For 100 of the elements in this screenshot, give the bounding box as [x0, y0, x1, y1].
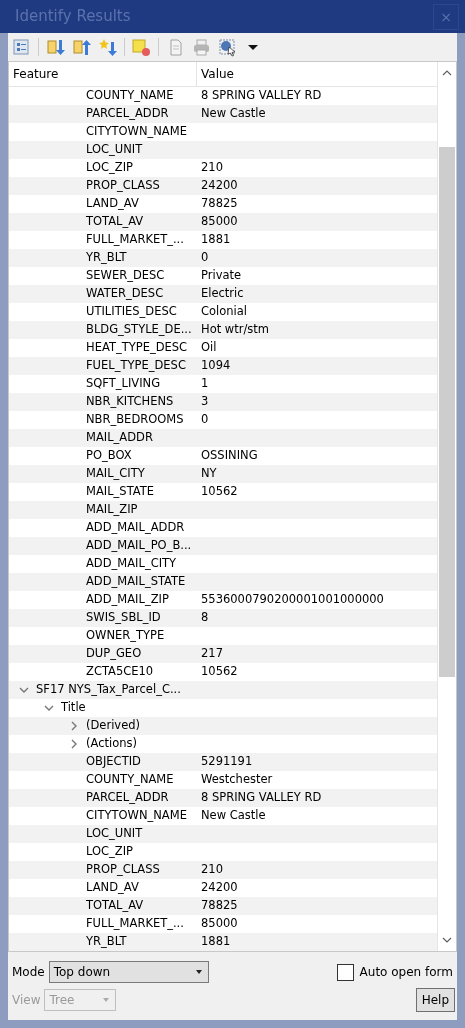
column-header[interactable]: Feature	[13, 65, 59, 83]
attribute-name: NBR_KITCHENS	[86, 393, 174, 411]
attribute-value: 85000	[201, 214, 238, 229]
attribute-value: 8 SPRING VALLEY RD	[201, 88, 322, 103]
expand-new-icon[interactable]	[98, 37, 117, 57]
attribute-value: 210	[201, 160, 223, 175]
attribute-value: 24200	[201, 178, 238, 193]
attribute-value: Private	[201, 268, 242, 283]
attribute-name: ADD_MAIL_ZIP	[86, 591, 169, 609]
scroll-down-icon[interactable]	[442, 937, 452, 943]
view-label: View	[12, 992, 41, 1009]
attribute-name: OWNER_TYPE	[86, 627, 165, 645]
expand-icon[interactable]	[46, 37, 65, 57]
attribute-name: YR_BLT	[86, 933, 127, 951]
attribute-value: 1881	[201, 934, 231, 949]
attribute-name: TOTAL_AV	[86, 897, 144, 915]
attribute-name: ZCTA5CE10	[86, 663, 154, 681]
attribute-value: 217	[201, 646, 223, 661]
attribute-name: HEAT_TYPE_DESC	[86, 339, 188, 357]
attribute-value: New Castle	[201, 106, 266, 121]
attribute-name: SEWER_DESC	[86, 267, 165, 285]
attribute-name: PO_BOX	[86, 447, 132, 465]
attribute-value: NY	[201, 466, 217, 481]
mode-label: Mode	[12, 964, 45, 981]
tree-node-label[interactable]: (Actions)	[86, 735, 137, 753]
clear-highlight-icon[interactable]	[132, 37, 151, 57]
attribute-name: OBJECTID	[86, 753, 141, 771]
tree-node-label[interactable]: Title	[61, 699, 86, 717]
attribute-name: LOC_ZIP	[86, 159, 134, 177]
attribute-value: Oil	[201, 340, 217, 355]
attribute-value: 0	[201, 412, 209, 427]
attribute-name: ADD_MAIL_ADDR	[86, 519, 185, 537]
attribute-name: MAIL_ZIP	[86, 501, 138, 519]
attribute-name: ADD_MAIL_PO_B...	[86, 537, 192, 555]
attribute-name: ADD_MAIL_CITY	[86, 555, 177, 573]
collapse-icon[interactable]	[72, 37, 91, 57]
attribute-value: 10562	[201, 664, 238, 679]
attribute-value: 1094	[201, 358, 231, 373]
attribute-name: COUNTY_NAME	[86, 87, 174, 105]
attribute-name: MAIL_ADDR	[86, 429, 153, 447]
identify-icon[interactable]	[218, 37, 237, 57]
tree-node-label[interactable]: (Derived)	[86, 717, 140, 735]
attribute-value: 24200	[201, 880, 238, 895]
mode-dropdown[interactable]: Top down	[48, 961, 209, 983]
attribute-name: SWIS_SBL_ID	[86, 609, 161, 627]
column-header[interactable]: Value	[201, 65, 234, 83]
attribute-value: 0	[201, 250, 209, 265]
scrollbar-thumb[interactable]	[439, 147, 455, 677]
attribute-value: New Castle	[201, 808, 266, 823]
attribute-value: Electric	[201, 286, 244, 301]
attribute-name: PROP_CLASS	[86, 177, 160, 195]
attribute-value: 210	[201, 862, 223, 877]
attribute-value: 3	[201, 394, 209, 409]
attribute-name: NBR_BEDROOMS	[86, 411, 184, 429]
attribute-name: LAND_AV	[86, 195, 139, 213]
attribute-name: LOC_ZIP	[86, 843, 134, 861]
caret-icon	[195, 970, 202, 974]
attribute-name: SQFT_LIVING	[86, 375, 161, 393]
attribute-name: MAIL_CITY	[86, 465, 145, 483]
checkbox-label: Auto open form	[359, 964, 453, 981]
attribute-name: CITYTOWN_NAME	[86, 123, 187, 141]
attribute-value: Hot wtr/stm	[201, 322, 270, 337]
caret-icon	[103, 998, 110, 1002]
attribute-name: CITYTOWN_NAME	[86, 807, 187, 825]
attribute-value: 78825	[201, 898, 238, 913]
attribute-name: FUEL_TYPE_DESC	[86, 357, 186, 375]
attribute-value: Westchester	[201, 772, 273, 787]
attribute-name: PARCEL_ADDR	[86, 105, 169, 123]
attribute-name: DUP_GEO	[86, 645, 142, 663]
attribute-name: FULL_MARKET_...	[86, 915, 184, 933]
attribute-name: MAIL_STATE	[86, 483, 155, 501]
attribute-value: 8	[201, 610, 209, 625]
attribute-name: LOC_UNIT	[86, 141, 143, 159]
attribute-value: 10562	[201, 484, 238, 499]
checkbox[interactable]	[336, 963, 354, 981]
attribute-name: TOTAL_AV	[86, 213, 144, 231]
attribute-name: PROP_CLASS	[86, 861, 160, 879]
help-button[interactable]: Help	[415, 988, 455, 1012]
window-title: Identify Results	[15, 6, 131, 28]
attribute-value: OSSINING	[201, 448, 258, 463]
attribute-value: 85000	[201, 916, 238, 931]
scroll-up-icon[interactable]	[442, 70, 452, 76]
attribute-value: Colonial	[201, 304, 248, 319]
attribute-value: 5291191	[201, 754, 253, 769]
attribute-value: 1	[201, 376, 209, 391]
attribute-name: BLDG_STYLE_DE...	[86, 321, 192, 339]
attribute-name: PARCEL_ADDR	[86, 789, 169, 807]
attribute-value: 8 SPRING VALLEY RD	[201, 790, 322, 805]
attribute-name: YR_BLT	[86, 249, 127, 267]
attribute-name: ADD_MAIL_STATE	[86, 573, 186, 591]
expand-tree-icon[interactable]	[12, 37, 31, 57]
attribute-name: FULL_MARKET_...	[86, 231, 184, 249]
attribute-name: LAND_AV	[86, 879, 139, 897]
attribute-value: 1881	[201, 232, 231, 247]
attribute-name: COUNTY_NAME	[86, 771, 174, 789]
attribute-value: 78825	[201, 196, 238, 211]
attribute-name: WATER_DESC	[86, 285, 164, 303]
attribute-value: 5536000790200001001000000	[201, 592, 384, 607]
attribute-name: UTILITIES_DESC	[86, 303, 177, 321]
attribute-name: LOC_UNIT	[86, 825, 143, 843]
